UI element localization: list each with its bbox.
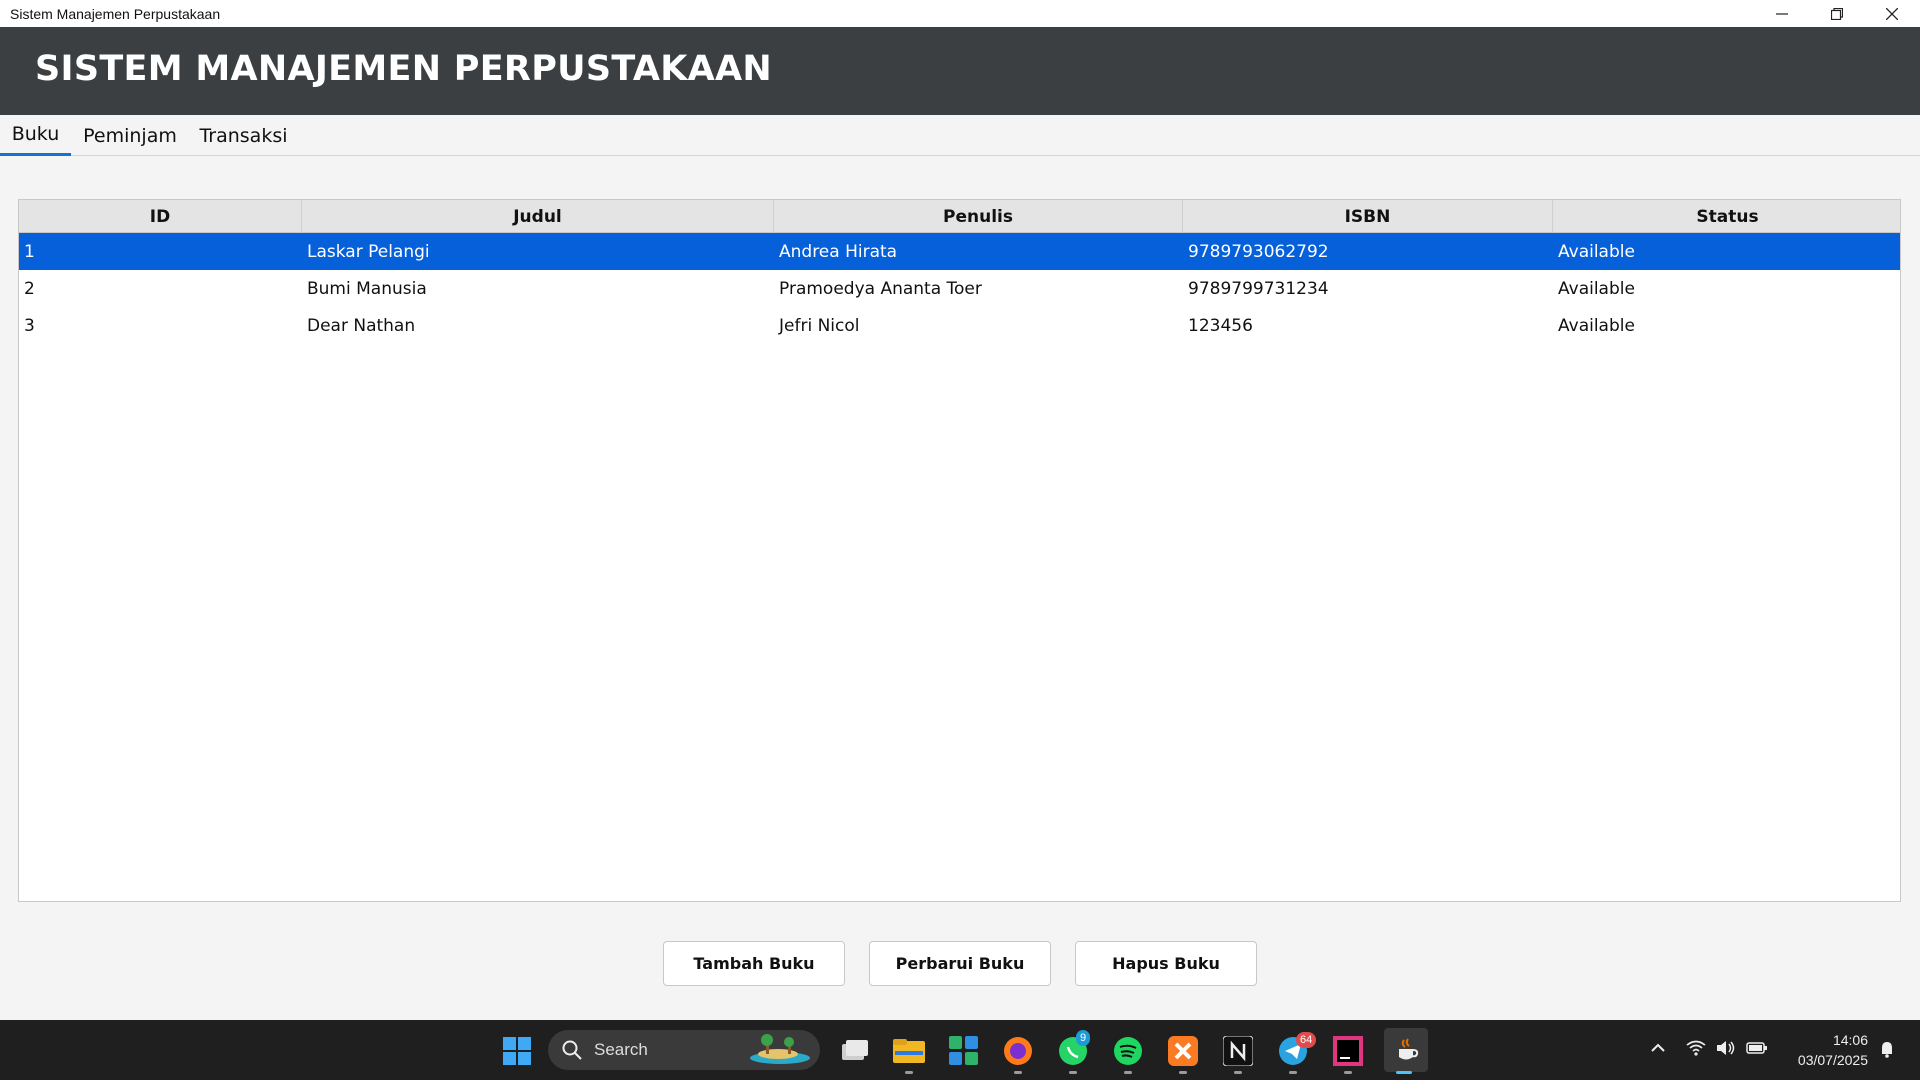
notion-icon[interactable] (1221, 1034, 1255, 1068)
java-app-icon[interactable] (1384, 1028, 1428, 1072)
telegram-badge: 64 (1296, 1032, 1317, 1048)
minimize-icon (1775, 12, 1788, 15)
table-row[interactable]: 2 Bumi Manusia Pramoedya Ananta Toer 978… (19, 270, 1900, 307)
app-title: SISTEM MANAJEMEN PERPUSTAKAAN (35, 49, 773, 89)
column-header-judul[interactable]: Judul (302, 200, 774, 233)
cell-penulis: Andrea Hirata (779, 241, 898, 262)
cell-id: 2 (24, 278, 35, 299)
intellij-icon[interactable] (1331, 1034, 1365, 1068)
table-header: ID Judul Penulis ISBN Status (19, 200, 1900, 233)
file-explorer-icon[interactable] (892, 1034, 926, 1068)
island-icon (750, 1034, 810, 1064)
firefox-icon[interactable] (1001, 1034, 1035, 1068)
clock-date: 03/07/2025 (1797, 1052, 1868, 1068)
table-row[interactable]: 1 Laskar Pelangi Andrea Hirata 978979306… (19, 233, 1900, 270)
column-header-status[interactable]: Status (1553, 200, 1902, 233)
update-book-button[interactable]: Perbarui Buku (869, 941, 1051, 986)
task-view-icon[interactable] (838, 1034, 872, 1068)
search-label: Search (594, 1040, 648, 1059)
app-header: SISTEM MANAJEMEN PERPUSTAKAAN (0, 27, 1920, 115)
column-header-id[interactable]: ID (19, 200, 302, 233)
running-indicator (1234, 1071, 1242, 1074)
cell-status: Available (1558, 241, 1635, 262)
wifi-icon[interactable] (1686, 1040, 1706, 1061)
running-indicator (1014, 1071, 1022, 1074)
cell-judul: Bumi Manusia (307, 278, 427, 299)
tab-peminjam[interactable]: Peminjam (75, 115, 185, 156)
battery-icon[interactable] (1746, 1040, 1768, 1061)
cell-id: 1 (24, 241, 35, 262)
spotify-icon[interactable] (1111, 1034, 1145, 1068)
notification-icon[interactable] (1878, 1040, 1896, 1063)
cell-isbn: 9789799731234 (1188, 278, 1329, 299)
cell-penulis: Pramoedya Ananta Toer (779, 278, 982, 299)
widgets-icon[interactable] (947, 1034, 981, 1068)
volume-icon[interactable] (1716, 1040, 1736, 1061)
cell-status: Available (1558, 315, 1635, 336)
cell-id: 3 (24, 315, 35, 336)
whatsapp-badge: 9 (1076, 1030, 1091, 1046)
column-header-penulis[interactable]: Penulis (774, 200, 1183, 233)
restore-button[interactable] (1809, 0, 1864, 27)
cell-isbn: 9789793062792 (1188, 241, 1329, 262)
active-indicator (1396, 1071, 1412, 1074)
tab-buku[interactable]: Buku (0, 115, 71, 156)
windows-icon (503, 1037, 531, 1065)
close-icon (1885, 7, 1898, 20)
search-icon (562, 1040, 582, 1060)
chevron-up-icon[interactable] (1650, 1040, 1666, 1061)
delete-book-button[interactable]: Hapus Buku (1075, 941, 1257, 986)
start-button[interactable] (500, 1034, 534, 1068)
column-header-isbn[interactable]: ISBN (1183, 200, 1553, 233)
window-title: Sistem Manajemen Perpustakaan (10, 5, 221, 22)
running-indicator (1289, 1071, 1297, 1074)
cell-status: Available (1558, 278, 1635, 299)
window-titlebar: Sistem Manajemen Perpustakaan (0, 0, 1920, 27)
cell-isbn: 123456 (1188, 315, 1253, 336)
close-button[interactable] (1864, 0, 1919, 27)
tab-transaksi[interactable]: Transaksi (192, 115, 295, 156)
cell-judul: Dear Nathan (307, 315, 416, 336)
taskbar-clock[interactable]: 14:06 03/07/2025 (1780, 1030, 1868, 1070)
cell-penulis: Jefri Nicol (779, 315, 860, 336)
tab-bar: Buku Peminjam Transaksi (0, 115, 1920, 156)
cell-judul: Laskar Pelangi (307, 241, 430, 262)
taskbar-search[interactable]: Search (548, 1030, 820, 1070)
running-indicator (1179, 1071, 1187, 1074)
books-table[interactable]: ID Judul Penulis ISBN Status 1 Laskar Pe… (18, 199, 1901, 902)
running-indicator (1124, 1071, 1132, 1074)
running-indicator (905, 1071, 913, 1074)
running-indicator (1069, 1071, 1077, 1074)
clock-time: 14:06 (1832, 1032, 1868, 1048)
table-row[interactable]: 3 Dear Nathan Jefri Nicol 123456 Availab… (19, 307, 1900, 344)
add-book-button[interactable]: Tambah Buku (663, 941, 845, 986)
xampp-icon[interactable] (1166, 1034, 1200, 1068)
running-indicator (1344, 1071, 1352, 1074)
minimize-button[interactable] (1754, 0, 1809, 27)
restore-icon (1830, 7, 1843, 20)
